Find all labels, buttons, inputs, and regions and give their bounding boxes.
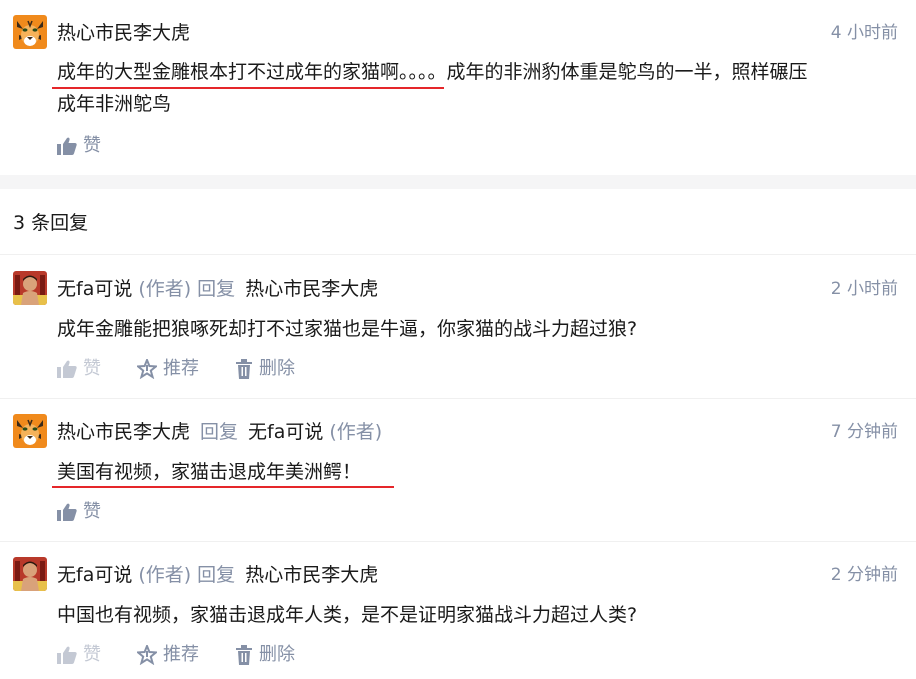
reply-text: 成年金雕能把狼啄死却打不过家猫也是牛逼，你家猫的战斗力超过狼?	[57, 318, 638, 340]
reply-header: 无fa可说 (作者) 回复 热心市民李大虎	[57, 563, 378, 587]
recommend-label: 推荐	[163, 358, 199, 379]
comment-text-rest: 。。。成年的非洲豹体重是鸵鸟的一半，照样碾压	[408, 61, 808, 83]
tiger-avatar-image	[13, 414, 47, 448]
red-underline	[52, 486, 394, 488]
reply-header: 热心市民李大虎 回复 无fa可说 (作者)	[57, 420, 382, 444]
star-pin-icon	[137, 645, 157, 665]
reply-header: 无fa可说 (作者) 回复 热心市民李大虎	[57, 277, 378, 301]
recommend-button[interactable]: 推荐	[137, 643, 199, 667]
reply-word: 回复	[197, 564, 236, 586]
thumbs-up-icon	[57, 646, 77, 664]
comment-time: 4 小时前	[830, 23, 898, 43]
delete-label: 删除	[259, 358, 295, 379]
thumbs-up-icon	[57, 137, 77, 155]
comment-text-line-2: 成年非洲鸵鸟	[57, 93, 172, 115]
reply-time: 2 分钟前	[830, 565, 898, 585]
thumbs-up-icon	[57, 360, 77, 378]
delete-label: 删除	[259, 644, 295, 665]
person-avatar-image	[13, 271, 47, 305]
underlined-text: 成年的大型金雕根本打不过成年的家猫啊。	[57, 61, 409, 83]
reply-time: 2 小时前	[830, 279, 898, 299]
delete-button[interactable]: 删除	[235, 357, 295, 381]
like-button[interactable]: 赞	[57, 134, 101, 158]
star-pin-icon	[137, 359, 157, 379]
divider	[0, 541, 916, 542]
reply-actions: 赞	[57, 500, 137, 524]
reply-word: 回复	[200, 421, 239, 443]
author-name[interactable]: 热心市民李大虎	[57, 421, 190, 443]
recommend-button[interactable]: 推荐	[137, 357, 199, 381]
reply-text: 中国也有视频，家猫击退成年人类，是不是证明家猫战斗力超过人类?	[57, 604, 638, 626]
reply-count: 3 条回复	[13, 212, 89, 234]
author-name[interactable]: 热心市民李大虎	[57, 22, 190, 44]
divider	[0, 254, 916, 255]
target-tag: (作者)	[329, 421, 383, 443]
comment-header: 热心市民李大虎	[57, 21, 190, 45]
reply-target-name[interactable]: 热心市民李大虎	[245, 278, 378, 300]
person-avatar-image	[13, 557, 47, 591]
like-button[interactable]: 赞	[57, 357, 101, 381]
reply-text: 美国有视频，家猫击退成年美洲鳄！	[57, 461, 362, 483]
delete-button[interactable]: 删除	[235, 643, 295, 667]
like-label: 赞	[83, 501, 101, 522]
reply-target-name[interactable]: 无fa可说	[248, 421, 323, 443]
like-button[interactable]: 赞	[57, 500, 101, 524]
trash-icon	[236, 645, 252, 665]
author-tag: (作者)	[138, 278, 192, 300]
thumbs-up-icon	[57, 503, 77, 521]
user-avatar[interactable]	[13, 271, 47, 305]
reply-actions: 赞 推荐 删除	[57, 357, 331, 381]
divider	[0, 398, 916, 399]
like-label: 赞	[83, 135, 101, 156]
like-label: 赞	[83, 358, 101, 379]
author-name[interactable]: 无fa可说	[57, 278, 132, 300]
user-avatar[interactable]	[13, 557, 47, 591]
reply-word: 回复	[197, 278, 236, 300]
comment-text-line-1: 成年的大型金雕根本打不过成年的家猫啊。。。。成年的非洲豹体重是鸵鸟的一半，照样碾…	[57, 56, 907, 88]
red-underline	[52, 87, 444, 89]
author-name[interactable]: 无fa可说	[57, 564, 132, 586]
trash-icon	[236, 359, 252, 379]
like-label: 赞	[83, 644, 101, 665]
tiger-avatar[interactable]	[13, 15, 47, 49]
reply-time: 7 分钟前	[830, 422, 898, 442]
like-button[interactable]: 赞	[57, 643, 101, 667]
tiger-avatar[interactable]	[13, 414, 47, 448]
reply-target-name[interactable]: 热心市民李大虎	[245, 564, 378, 586]
tiger-avatar-image	[13, 15, 47, 49]
reply-actions: 赞 推荐 删除	[57, 643, 331, 667]
author-tag: (作者)	[138, 564, 192, 586]
comment-actions: 赞	[57, 134, 137, 158]
recommend-label: 推荐	[163, 644, 199, 665]
section-separator	[0, 175, 916, 189]
